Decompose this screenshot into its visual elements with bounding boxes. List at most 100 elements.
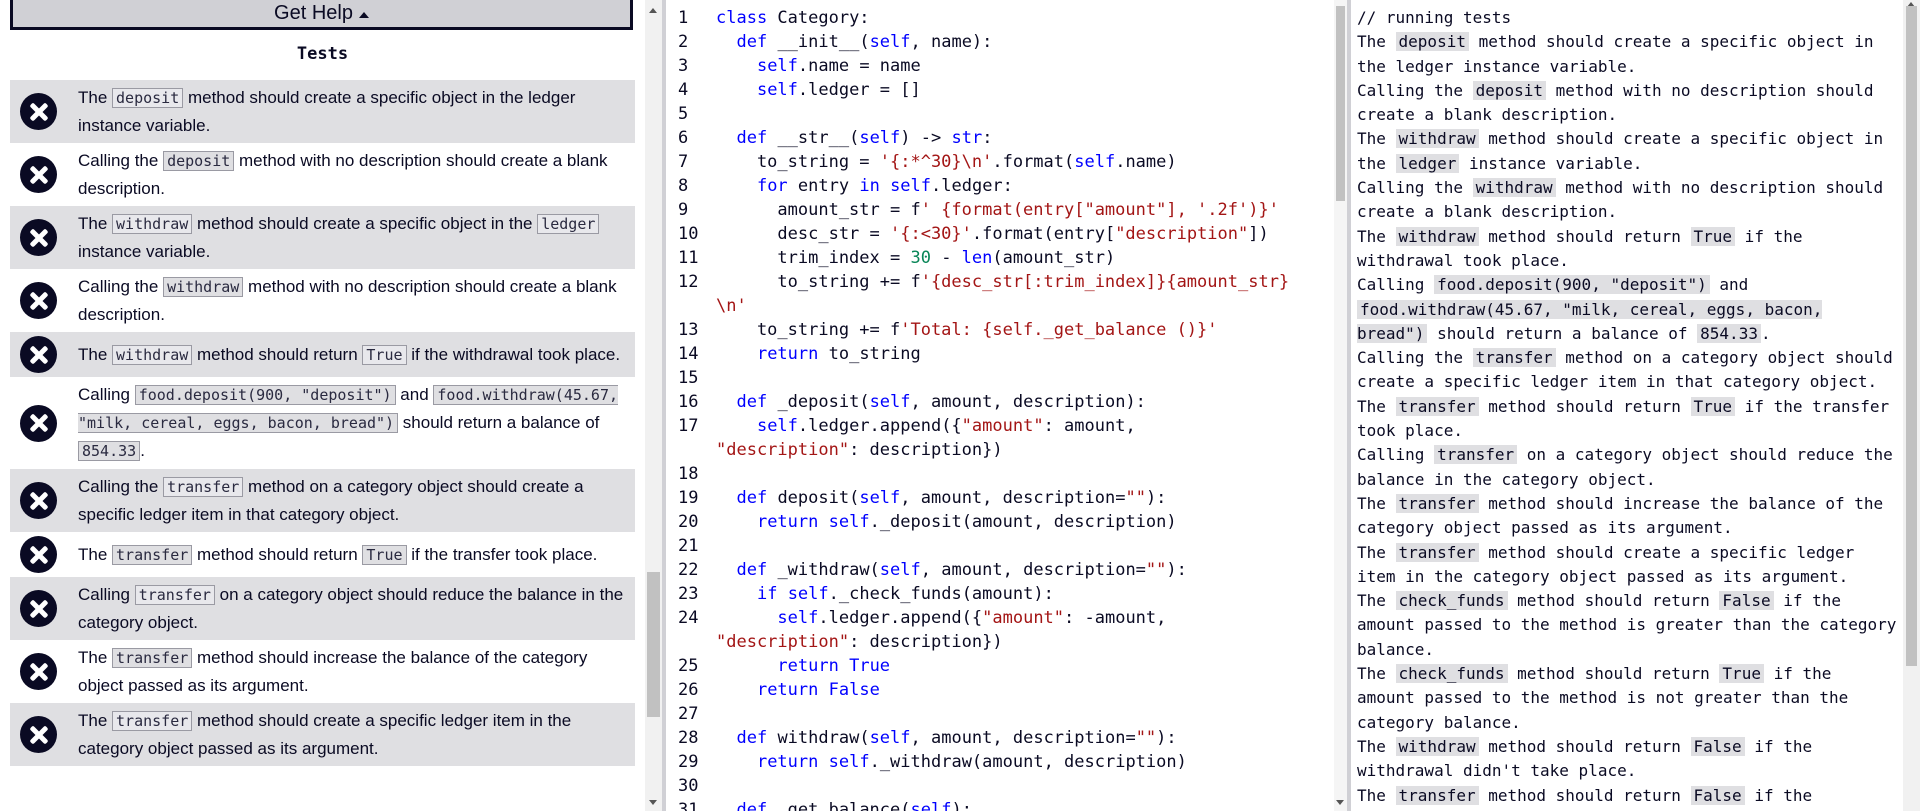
code-text[interactable]: \n' (716, 294, 747, 318)
code-token: ): (1156, 728, 1177, 748)
code-text[interactable]: def __init__(self, name): (716, 30, 992, 54)
test-item: The transfer method should return True i… (10, 532, 635, 577)
editor-scrollbar-thumb[interactable] (1336, 6, 1345, 201)
code-token: , amount, description= (920, 560, 1146, 580)
text-fragment: should return a balance of (1427, 323, 1698, 343)
code-text[interactable]: return False (716, 678, 880, 702)
inline-code: True (1690, 226, 1736, 246)
code-token: _deposit( (767, 392, 870, 412)
line-number: 18 (678, 464, 699, 484)
code-text[interactable]: class Category: (716, 6, 870, 30)
console-line: Calling transfer on a category object sh… (1357, 443, 1897, 492)
scroll-up-arrow-icon[interactable] (649, 8, 657, 13)
code-token: return (756, 752, 819, 772)
code-text[interactable]: return True (716, 654, 890, 678)
inline-code: transfer (1395, 493, 1479, 513)
text-fragment: The (78, 88, 113, 107)
code-text[interactable]: to_string += f'Total: {self._get_balance… (716, 318, 1218, 342)
code-text[interactable]: self.ledger.append({"amount": -amount, (716, 606, 1166, 630)
code-token: : description}) (849, 440, 1003, 460)
get-help-button[interactable]: Get Help (10, 0, 633, 30)
code-token: self (756, 80, 798, 100)
code-token: .format(entry[ (971, 224, 1116, 244)
text-fragment: method should return (1478, 785, 1691, 805)
text-fragment: The (78, 544, 113, 564)
inline-code: deposit (1395, 32, 1469, 52)
code-token: "amount" (961, 416, 1044, 436)
code-text[interactable]: to_string += f'{desc_str[:trim_index]}{a… (716, 270, 1289, 294)
inline-code: deposit (1472, 80, 1547, 100)
code-text[interactable]: def _withdraw(self, amount, description=… (716, 558, 1186, 582)
scrollbar-thumb[interactable] (647, 572, 660, 717)
scroll-down-arrow-icon[interactable] (649, 800, 657, 805)
console-scrollbar-thumb[interactable] (1906, 6, 1917, 666)
code-text[interactable]: def withdraw(self, amount, description="… (716, 726, 1177, 750)
code-text[interactable]: trim_index = 30 - len(amount_str) (716, 246, 1115, 270)
code-text[interactable]: self.ledger.append({"amount": amount, (716, 414, 1136, 438)
test-description: Calling food.deposit(900, "deposit") and… (78, 381, 625, 465)
test-description: The transfer method should increase the … (78, 644, 625, 699)
line-number: 5 (678, 104, 689, 124)
text-fragment: method should return (1478, 736, 1691, 756)
inline-code: transfer (134, 585, 215, 605)
editor-scrollbar[interactable] (1334, 0, 1347, 811)
code-token: ) -> (900, 128, 952, 148)
code-token: _withdraw( (767, 560, 880, 580)
code-text[interactable]: "description": description}) (716, 630, 1003, 654)
code-text[interactable]: return to_string (716, 342, 921, 366)
code-text[interactable]: "description": description}) (716, 438, 1003, 462)
code-token: return (756, 680, 819, 700)
code-text[interactable]: to_string = '{:*^30}\n'.format(self.name… (716, 150, 1177, 174)
line-number: 29 (678, 752, 699, 772)
editor-scroll-down-arrow-icon[interactable] (1336, 800, 1344, 805)
console-scrollbar[interactable] (1903, 0, 1920, 811)
inline-code: deposit (112, 88, 184, 108)
instructions-scrollbar[interactable] (645, 0, 662, 811)
text-fragment: method should return (1507, 591, 1720, 611)
code-text[interactable]: if self._check_funds(amount): (716, 582, 1054, 606)
inline-code: food.deposit(900, "deposit") (134, 385, 396, 405)
code-text[interactable]: self.name = name (716, 54, 921, 78)
code-text[interactable]: return self._withdraw(amount, descriptio… (716, 750, 1187, 774)
text-fragment: Calling the (78, 477, 164, 496)
code-token: def (736, 392, 768, 412)
code-text[interactable]: def deposit(self, amount, description=""… (716, 486, 1166, 510)
text-fragment: The (1357, 396, 1396, 416)
code-token: def (736, 800, 768, 811)
inline-code: True (1719, 664, 1764, 684)
code-text[interactable]: def __str__(self) -> str: (716, 126, 992, 150)
x-circle-icon (20, 404, 57, 442)
line-number: 8 (678, 176, 689, 196)
code-text[interactable]: def _deposit(self, amount, description): (716, 390, 1145, 414)
inline-code: check_funds (1395, 591, 1508, 611)
code-text[interactable]: desc_str = '{:<30}'.format(entry["descri… (716, 222, 1268, 246)
text-fragment: Calling (78, 385, 135, 404)
console-line: The withdraw method should create a spec… (1357, 127, 1897, 176)
inline-code: withdraw (1472, 178, 1556, 198)
inline-code: True (1690, 396, 1736, 416)
code-editor[interactable]: 1 class Category: 2 def __init__(self, nam… (666, 0, 1334, 811)
code-text[interactable]: return self._deposit(amount, description… (716, 510, 1177, 534)
code-text[interactable]: def _get_balance(self): (716, 798, 971, 811)
console-line: Calling the transfer method on a categor… (1357, 346, 1897, 395)
text-fragment: The (1357, 785, 1396, 805)
inline-code: food.deposit(900, "deposit") (1434, 275, 1710, 295)
inline-code: ledger (1395, 153, 1460, 173)
inline-code: transfer (112, 711, 193, 731)
code-text[interactable]: for entry in self.ledger: (716, 174, 1013, 198)
test-description: The withdraw method should return True i… (78, 341, 620, 369)
text-fragment: The (78, 214, 113, 233)
code-text[interactable]: self.ledger = [] (716, 78, 921, 102)
inline-code: False (1690, 736, 1745, 756)
code-token: return (756, 344, 819, 364)
code-token: self (787, 584, 829, 604)
code-token: "" (1145, 560, 1167, 580)
code-text[interactable]: amount_str = f' {format(entry["amount"],… (716, 198, 1279, 222)
